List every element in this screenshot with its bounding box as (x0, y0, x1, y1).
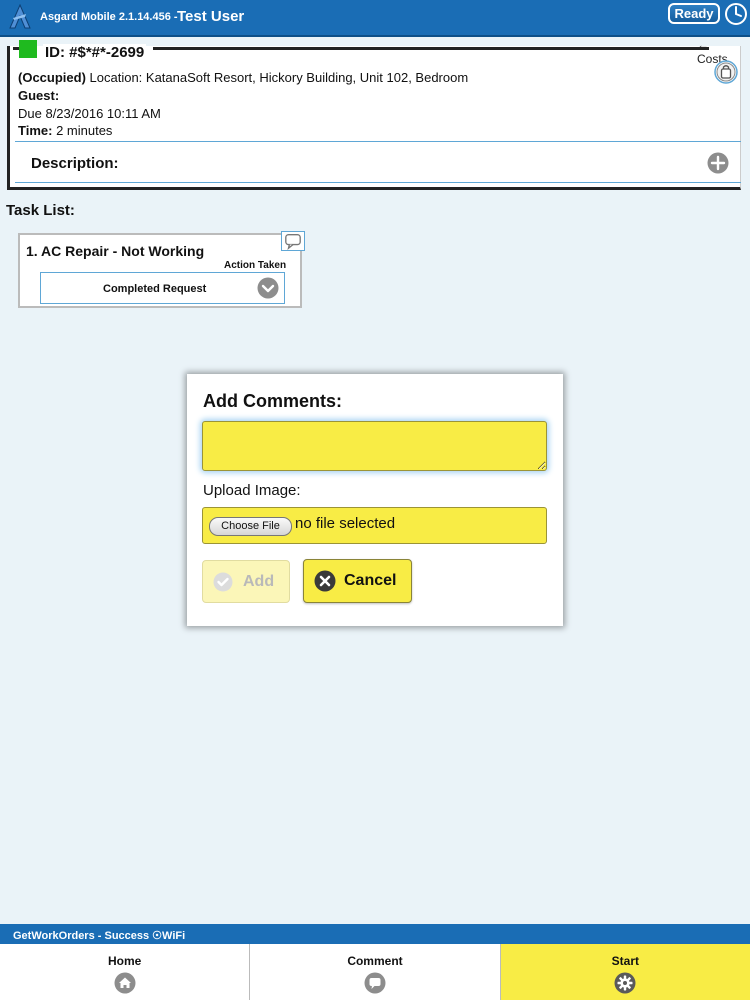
cancel-label: Cancel (344, 572, 397, 589)
choose-file-button[interactable]: Choose File (209, 517, 292, 536)
ready-button[interactable]: Ready (668, 3, 720, 24)
time-line: Time: 2 minutes (18, 123, 112, 138)
due-date: Due 8/23/2016 10:11 AM (18, 106, 161, 121)
status-bar: GetWorkOrders - Success ☉WiFi (0, 924, 750, 944)
add-comments-dialog: Add Comments: Upload Image: Choose File … (187, 374, 563, 626)
nav-comment-label: Comment (347, 954, 403, 968)
file-input: Choose File no file selected (202, 507, 547, 544)
asgard-logo-icon (9, 4, 31, 29)
task-list-heading: Task List: (6, 202, 75, 219)
expand-plus-icon[interactable] (707, 152, 729, 174)
location-line: (Occupied) Location: KatanaSoft Resort, … (18, 70, 468, 85)
work-order-card: ID: #$*#*-2699 ← Costs (Occupied) Locati… (7, 38, 741, 190)
comment-icon[interactable] (281, 231, 305, 251)
home-icon (114, 972, 136, 994)
work-order-id: ID: #$*#*-2699 (43, 44, 147, 61)
nav-comment[interactable]: Comment (250, 944, 501, 1000)
bag-icon[interactable] (714, 60, 738, 84)
occupancy-status: (Occupied) (18, 70, 86, 85)
dialog-title: Add Comments: (203, 391, 342, 411)
check-icon (213, 572, 233, 592)
guest-line: Guest: (18, 88, 59, 103)
action-taken-value: Completed Request (103, 283, 207, 295)
bottom-nav: Home Comment Start (0, 944, 750, 1000)
app-title: Asgard Mobile 2.1.14.456 - (40, 11, 178, 23)
card-top-border (153, 47, 709, 50)
status-indicator (19, 40, 37, 58)
nav-start[interactable]: Start (500, 944, 750, 1000)
app-header: Asgard Mobile 2.1.14.456 - Test User Rea… (0, 0, 750, 37)
comment-icon (364, 972, 386, 994)
description-label: Description: (31, 155, 119, 172)
nav-start-label: Start (611, 954, 639, 968)
divider (15, 141, 741, 142)
action-taken-select[interactable]: Completed Request (40, 272, 285, 304)
divider (15, 182, 741, 183)
gear-icon (614, 972, 636, 994)
action-taken-label: Action Taken (224, 260, 287, 271)
nav-home[interactable]: Home (0, 944, 251, 1000)
clock-icon[interactable] (724, 2, 748, 26)
chevron-down-icon (257, 277, 279, 299)
guest-label: Guest: (18, 88, 60, 103)
user-name: Test User (177, 8, 245, 25)
comment-input[interactable] (202, 421, 547, 471)
task-card: 1. AC Repair - Not Working Action Taken … (18, 231, 305, 308)
file-status: no file selected (295, 515, 396, 532)
close-icon (314, 570, 336, 592)
time-value: 2 minutes (56, 123, 113, 138)
cancel-button[interactable]: Cancel (303, 559, 412, 603)
upload-image-label: Upload Image: (203, 482, 301, 499)
time-label: Time: (18, 123, 53, 138)
add-label: Add (243, 573, 275, 590)
nav-home-label: Home (107, 954, 142, 968)
add-button[interactable]: Add (202, 560, 290, 603)
task-title: 1. AC Repair - Not Working (26, 243, 205, 259)
location-text: Location: KatanaSoft Resort, Hickory Bui… (89, 70, 469, 85)
